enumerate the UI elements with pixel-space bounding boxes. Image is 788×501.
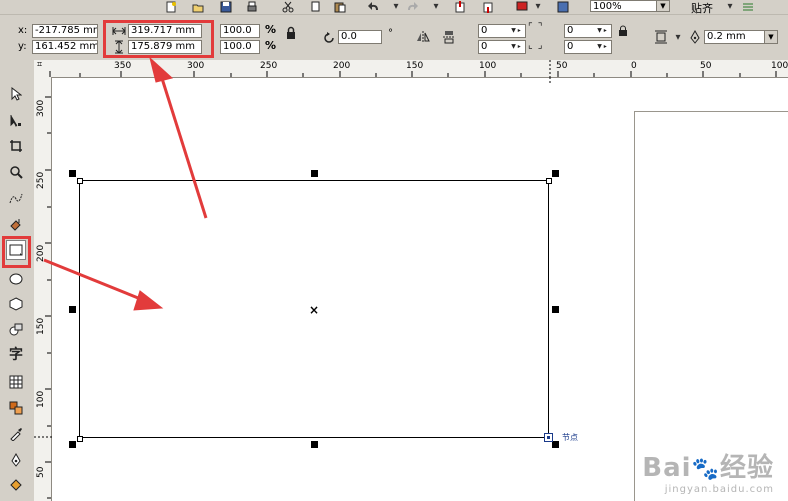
watermark-brand: Bai <box>642 453 692 483</box>
watermark-url: jingyan.baidu.com <box>664 484 774 495</box>
annotation-arrows <box>43 56 208 311</box>
baidu-watermark: Bai🐾经验 jingyan.baidu.com <box>642 454 774 495</box>
watermark-brand-cn: 经验 <box>719 453 774 483</box>
paw-icon: 🐾 <box>691 457 720 482</box>
